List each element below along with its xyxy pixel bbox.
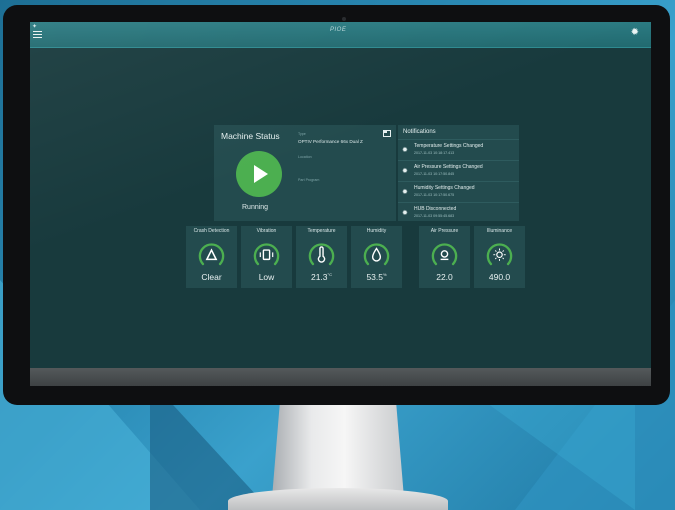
sensor-value: Clear xyxy=(201,272,222,282)
play-icon xyxy=(254,165,268,183)
gear-icon: ✹ xyxy=(402,168,408,175)
notification-text: Air Pressure Settings Changed xyxy=(414,164,483,170)
notification-item[interactable]: ✹ Temperature Settings Changed 2017-11-0… xyxy=(398,139,519,161)
sensor-label: Illuminance xyxy=(486,228,513,234)
notification-item[interactable]: ✹ HUB Disconnected 2017-11-03 09:55:45.6… xyxy=(398,202,519,224)
gear-icon: ✹ xyxy=(402,210,408,217)
sensor-value: 21.3°C xyxy=(296,272,347,282)
hamburger-menu-icon[interactable] xyxy=(33,31,42,40)
notification-text: HUB Disconnected xyxy=(414,206,457,212)
type-value: OPTIV Performance 66x Dual Z xyxy=(298,139,363,144)
humidity-value: 53.5 xyxy=(366,272,383,282)
type-label: Type xyxy=(298,132,306,136)
notification-text: Temperature Settings Changed xyxy=(414,143,484,149)
crash-icon xyxy=(198,243,225,266)
gear-icon: ✹ xyxy=(402,189,408,196)
sun-icon xyxy=(486,243,513,266)
droplet-icon xyxy=(363,243,390,266)
machine-status-title: Machine Status xyxy=(221,131,280,141)
sensor-value: Low xyxy=(258,272,275,282)
sensor-card-air-pressure[interactable]: Air Pressure 22.0 xyxy=(419,226,470,288)
temperature-unit: °C xyxy=(327,272,333,278)
sensor-card-illuminance[interactable]: Illuminance 490.0 xyxy=(474,226,525,288)
notifications-title: Notifications xyxy=(403,129,436,135)
sensor-label: Humidity xyxy=(366,228,387,234)
notifications-panel: Notifications ✹ Temperature Settings Cha… xyxy=(398,125,519,221)
location-label: Location xyxy=(298,155,312,159)
notification-item[interactable]: ✹ Humidity Settings Changed 2017-11-03 1… xyxy=(398,181,519,203)
humidity-unit: % xyxy=(382,272,387,278)
sensor-value: 490.0 xyxy=(488,272,511,282)
sensor-card-temperature[interactable]: Temperature 21.3°C xyxy=(296,226,347,288)
notification-date: 2017-11-03 09:55:45.683 xyxy=(414,214,455,218)
gear-icon[interactable]: ✹ xyxy=(631,27,639,38)
sensor-value: 22.0 xyxy=(436,272,453,282)
brand-label: PIOE xyxy=(330,27,347,33)
notification-text: Humidity Settings Changed xyxy=(414,185,475,191)
footer-bar xyxy=(30,368,651,386)
machine-state-label: Running xyxy=(242,204,269,211)
pressure-icon xyxy=(431,243,458,266)
sensor-value: 53.5% xyxy=(351,272,402,282)
expand-icon[interactable] xyxy=(383,130,391,137)
play-button[interactable] xyxy=(236,151,282,197)
notification-item[interactable]: ✹ Air Pressure Settings Changed 2017-11-… xyxy=(398,160,519,182)
sensor-label: Temperature xyxy=(307,228,336,234)
monitor-base xyxy=(228,488,448,510)
notification-date: 2017-11-03 10:18:17.413 xyxy=(414,151,455,155)
monitor-stand xyxy=(272,402,404,498)
gear-icon: ✹ xyxy=(402,147,408,154)
sensor-label: Vibration xyxy=(256,228,277,234)
thermometer-icon xyxy=(308,243,335,266)
temperature-value: 21.3 xyxy=(310,272,328,282)
vibration-icon xyxy=(253,243,280,266)
app-logo-icon: ✦ xyxy=(32,24,38,30)
sensor-card-humidity[interactable]: Humidity 53.5% xyxy=(351,226,402,288)
sensor-label: Crash Detection xyxy=(193,228,230,234)
sensor-label: Air Pressure xyxy=(430,228,459,234)
sensor-card-vibration[interactable]: Vibration Low xyxy=(241,226,292,288)
webcam-dot xyxy=(342,17,346,21)
notification-date: 2017-11-03 10:17:50.845 xyxy=(414,172,455,176)
app-screen: ✦ PIOE ✹ Machine Status Running Type OPT… xyxy=(30,22,651,386)
top-bar: ✦ PIOE ✹ xyxy=(30,22,651,48)
machine-status-panel: Machine Status Running Type OPTIV Perfor… xyxy=(214,125,396,221)
program-label: Part Program xyxy=(298,178,320,182)
notification-date: 2017-11-03 10:17:50.675 xyxy=(414,193,455,197)
sensor-card-crash-detection[interactable]: Crash Detection Clear xyxy=(186,226,237,288)
